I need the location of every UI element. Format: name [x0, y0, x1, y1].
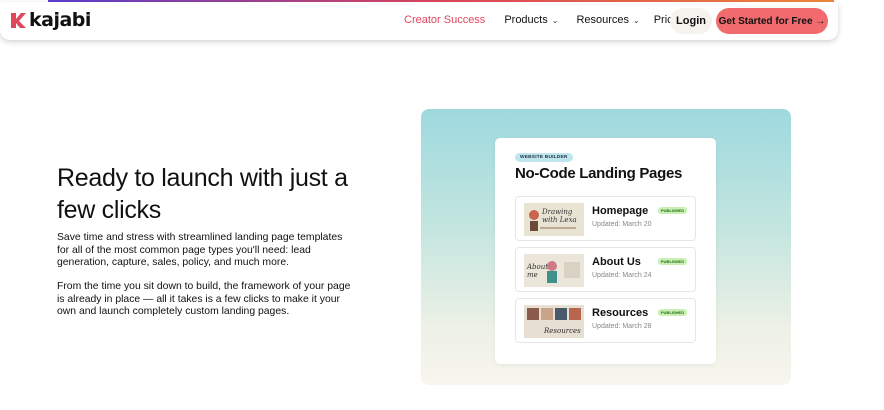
page-row-resources[interactable]: Resources Resources PUBLISHED Updated: M… [515, 298, 696, 343]
card-title: No-Code Landing Pages [515, 165, 683, 182]
brand-name: kajabi [29, 9, 91, 31]
page-name: Resources [592, 307, 649, 319]
page-name: Homepage [592, 205, 649, 217]
hero-paragraph-2: From the time you sit down to build, the… [57, 281, 351, 317]
thumbnail-text: Resources [544, 327, 581, 335]
brand-logo[interactable]: kajabi [10, 9, 91, 31]
nav-link-products[interactable]: Products ⌄ [504, 14, 558, 26]
page-row-homepage[interactable]: Drawing with Lexa Homepage PUBLISHED Upd… [515, 196, 696, 241]
login-button[interactable]: Login [670, 8, 712, 34]
hero-paragraph-1: Save time and stress with streamlined la… [57, 232, 343, 268]
nav-link-resources[interactable]: Resources ⌄ [576, 14, 639, 26]
top-nav: kajabi Creator Success Products ⌄ Resour… [0, 2, 838, 40]
website-builder-badge: WEBSITE BUILDER [515, 153, 573, 162]
chevron-down-icon: ⌄ [551, 15, 559, 25]
hero-title: Ready to launch with just a few clicks [57, 164, 348, 224]
page-name: About Us [592, 256, 641, 268]
chevron-down-icon: ⌄ [633, 15, 640, 25]
page-updated: Updated: March 28 [592, 323, 652, 330]
nav-links: Creator Success Products ⌄ Resources ⌄ P… [404, 14, 687, 26]
published-badge: PUBLISHED [658, 207, 688, 214]
nav-link-label: Creator Success [404, 14, 486, 26]
published-badge: PUBLISHED [658, 309, 688, 316]
page-updated: Updated: March 24 [592, 272, 652, 279]
page-thumbnail: Drawing with Lexa [524, 203, 584, 236]
thumbnail-text: About me [527, 263, 549, 279]
page-row-about-us[interactable]: About me About Us PUBLISHED Updated: Mar… [515, 247, 696, 292]
kajabi-logo-icon [11, 12, 26, 28]
page-thumbnail: Resources [524, 305, 584, 338]
nav-link-creator-success[interactable]: Creator Success [404, 14, 485, 26]
get-started-button[interactable]: Get Started for Free → [716, 8, 828, 34]
page-updated: Updated: March 20 [592, 221, 652, 228]
thumbnail-text: Drawing with Lexa [542, 208, 577, 224]
nav-link-label: Resources [576, 14, 630, 26]
nav-link-label: Products [504, 14, 548, 26]
published-badge: PUBLISHED [658, 258, 688, 265]
page-thumbnail: About me [524, 254, 584, 287]
